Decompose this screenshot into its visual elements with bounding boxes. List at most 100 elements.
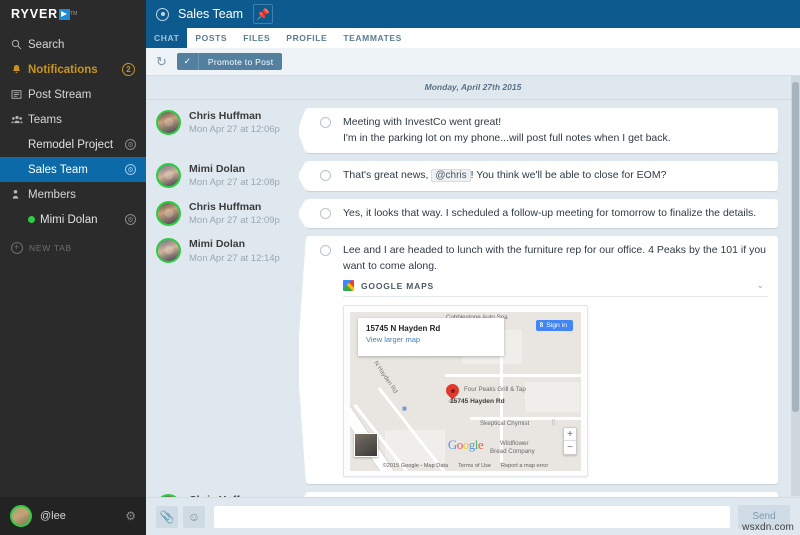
sidebar-item-mimi-dolan[interactable]: Mimi Dolan ⚙ — [0, 207, 146, 232]
message-author: Chris Huffman — [189, 494, 280, 497]
message-line: I'm in the parking lot on my phone...wil… — [343, 131, 768, 147]
tab-label: FILES — [243, 33, 270, 43]
bubble-notch — [300, 167, 307, 185]
sidebar-item-notifications[interactable]: Notifications 2 — [0, 57, 146, 82]
bubble-notch — [300, 351, 307, 369]
member-label: Mimi Dolan — [40, 214, 98, 226]
pin-icon[interactable]: 📌 — [253, 4, 273, 24]
tab-teammates[interactable]: TEAMMATES — [335, 28, 410, 48]
zoom-out-button[interactable]: − — [564, 441, 576, 454]
map-provider-label: GOOGLE MAPS — [361, 281, 756, 291]
sidebar-item-teams[interactable]: Teams — [0, 107, 146, 132]
message-body: Meeting with InvestCo went great! I'm in… — [343, 115, 768, 146]
map-attachment-card[interactable]: N Hayden Rd Cobblestone Auto Spa Skeptic… — [343, 305, 588, 477]
map-road — [445, 374, 581, 377]
sidebar-nav: Search Notifications 2 Post Stream T — [0, 32, 146, 260]
zoom-in-button[interactable]: + — [564, 428, 576, 441]
promote-to-post-button[interactable]: ✓ Promote to Post — [177, 53, 282, 70]
message-text-pre: That's great news, — [343, 169, 428, 181]
team-options-icon[interactable]: ⚙ — [125, 164, 136, 175]
message-timestamp: Mon Apr 27 at 12:14p — [189, 253, 280, 265]
tab-files[interactable]: FILES — [235, 28, 278, 48]
scrollbar-thumb[interactable] — [792, 82, 799, 412]
tab-profile[interactable]: PROFILE — [278, 28, 335, 48]
refresh-icon[interactable]: ↻ — [156, 54, 167, 70]
site-watermark: wsxdn.com — [742, 522, 794, 533]
map-attachment-header: GOOGLE MAPS ⌄ — [343, 280, 768, 297]
team-label: Remodel Project — [28, 139, 113, 151]
signin-label: Sign in — [546, 322, 567, 329]
main-panel: Sales Team 📌 CHAT POSTS FILES PROFILE TE… — [146, 0, 800, 535]
plus-icon: + — [11, 242, 23, 254]
chevron-down-icon[interactable]: ⌄ — [756, 280, 764, 291]
logo-text: RYVER — [11, 7, 58, 21]
message-meta: Chris Huffman Mon Apr 27 at 12:06p — [156, 108, 306, 136]
emoji-icon[interactable]: ☺ — [183, 506, 205, 528]
mention-chip[interactable]: @chris — [431, 169, 470, 182]
message-meta: Mimi Dolan Mon Apr 27 at 12:08p — [156, 161, 306, 189]
message-author: Mimi Dolan — [189, 163, 280, 176]
message-body: That's great news, @chris! You think we'… — [343, 168, 768, 184]
message-line: Meeting with InvestCo went great! — [343, 115, 768, 131]
tab-posts[interactable]: POSTS — [187, 28, 235, 48]
message-bubble: No thanks. I'll meet you back at the off… — [306, 492, 778, 497]
message-select-radio[interactable] — [320, 117, 331, 128]
map-terms-link[interactable]: Terms of Use — [458, 463, 491, 469]
tab-label: CHAT — [154, 33, 179, 43]
google-maps-icon — [343, 280, 354, 291]
team-label: Sales Team — [28, 164, 88, 176]
message-author: Mimi Dolan — [189, 238, 280, 251]
channel-icon — [156, 8, 169, 21]
map-zoom-controls[interactable]: + − — [563, 427, 577, 455]
avatar[interactable] — [156, 238, 181, 263]
sidebar-item-remodel-project[interactable]: Remodel Project ⚙ — [0, 132, 146, 157]
notifications-badge: 2 — [122, 63, 135, 76]
avatar[interactable] — [156, 494, 181, 497]
message-body: Yes, it looks that way. I scheduled a fo… — [343, 206, 768, 222]
chat-message-list[interactable]: Monday, April 27th 2015 Chris Huffman Mo… — [146, 76, 800, 497]
chat-scrollbar[interactable] — [791, 76, 800, 496]
sidebar-item-post-stream[interactable]: Post Stream — [0, 82, 146, 107]
avatar[interactable] — [156, 163, 181, 188]
message-select-radio[interactable] — [320, 170, 331, 181]
sidebar-item-label: Post Stream — [28, 89, 91, 101]
sidebar-item-search[interactable]: Search — [0, 32, 146, 57]
paperclip-icon[interactable]: 📎 — [156, 506, 178, 528]
member-icon — [11, 189, 28, 200]
avatar[interactable] — [156, 201, 181, 226]
message-select-radio[interactable] — [320, 208, 331, 219]
map-info-window: 15745 N Hayden Rd View larger map — [358, 318, 504, 356]
gear-icon[interactable]: ⚙ — [125, 509, 136, 523]
chat-toolbar: ↻ ✓ Promote to Post — [146, 48, 800, 76]
chat-message: Chris Huffman Mon Apr 27 at 12:15p No th… — [146, 488, 800, 497]
view-larger-map-link[interactable]: View larger map — [366, 335, 496, 344]
member-options-icon[interactable]: ⚙ — [125, 214, 136, 225]
tab-chat[interactable]: CHAT — [146, 28, 187, 48]
search-icon — [11, 39, 28, 50]
map-pin-name: Four Peaks Grill & Tap — [464, 386, 526, 393]
map-poi-label: Skeptical Chymist — [480, 420, 529, 427]
message-text-post: ! You think we'll be able to close for E… — [471, 169, 667, 181]
sidebar-item-members[interactable]: Members — [0, 182, 146, 207]
online-status-dot — [28, 216, 35, 223]
chat-message: Mimi Dolan Mon Apr 27 at 12:14p Lee and … — [146, 232, 800, 488]
bell-icon — [11, 64, 28, 75]
message-select-radio[interactable] — [320, 245, 331, 256]
map-report-link[interactable]: Report a map error — [501, 463, 548, 469]
team-options-icon[interactable]: ⚙ — [125, 139, 136, 150]
map-canvas[interactable]: N Hayden Rd Cobblestone Auto Spa Skeptic… — [350, 312, 581, 471]
avatar[interactable] — [10, 505, 32, 527]
message-author: Chris Huffman — [189, 201, 280, 214]
message-input[interactable] — [214, 506, 730, 528]
avatar[interactable] — [156, 110, 181, 135]
google-signin-button[interactable]: 8 Sign in — [536, 320, 573, 331]
map-pin-address: 15745 Hayden Rd — [450, 398, 505, 405]
bubble-notch — [300, 122, 307, 140]
sidebar-item-sales-team[interactable]: Sales Team ⚙ — [0, 157, 146, 182]
message-author: Chris Huffman — [189, 110, 280, 123]
street-view-thumbnail[interactable] — [354, 433, 378, 457]
new-tab-button[interactable]: + NEW TAB — [0, 235, 146, 260]
message-bubble: Yes, it looks that way. I scheduled a fo… — [306, 199, 778, 229]
logo-mark-icon — [59, 9, 70, 20]
message-timestamp: Mon Apr 27 at 12:08p — [189, 177, 280, 189]
